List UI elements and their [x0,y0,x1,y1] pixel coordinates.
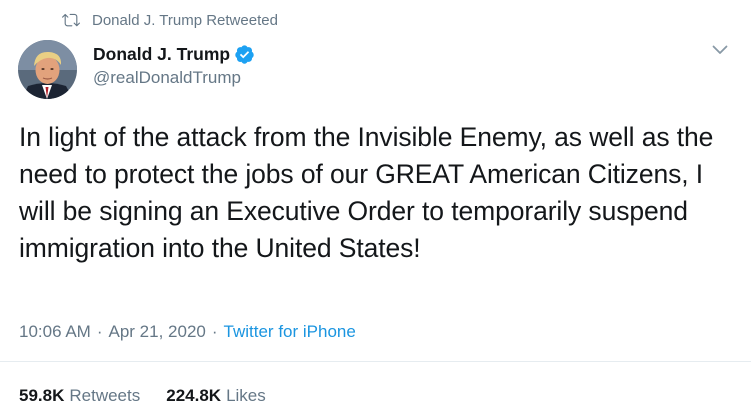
verified-badge-icon [234,44,255,65]
chevron-down-icon[interactable] [711,43,729,57]
author-block: Donald J. Trump @realDonaldTrump [93,42,255,88]
likes-count: 224.8K [166,386,222,405]
tweet-source-link[interactable]: Twitter for iPhone [224,322,356,342]
meta-separator: · [211,322,218,341]
retweet-label[interactable]: Donald J. Trump Retweeted [92,12,278,29]
tweet-meta: 10:06 AM · Apr 21, 2020 · Twitter for iP… [19,320,356,344]
retweet-context: Donald J. Trump Retweeted [62,9,278,31]
avatar-image [18,40,77,99]
avatar[interactable] [18,40,77,99]
retweets-label: Retweets [69,386,141,405]
tweet-stats: 59.8K Retweets 224.8K Likes [19,384,292,408]
likes-label: Likes [226,386,266,405]
handle[interactable]: @realDonaldTrump [93,68,255,88]
display-name[interactable]: Donald J. Trump [93,44,230,65]
likes-stat[interactable]: 224.8K Likes [166,386,266,406]
retweets-count: 59.8K [19,386,65,405]
tweet-text: In light of the attack from the Invisibl… [19,122,714,263]
meta-separator: · [96,322,103,341]
tweet-date[interactable]: Apr 21, 2020 [109,322,206,342]
retweets-stat[interactable]: 59.8K Retweets [19,386,140,406]
divider [0,361,751,362]
tweet-time[interactable]: 10:06 AM [19,322,91,342]
tweet-card: Donald J. Trump Retweeted Donald J. Trum… [0,0,751,415]
retweet-icon [62,11,80,29]
